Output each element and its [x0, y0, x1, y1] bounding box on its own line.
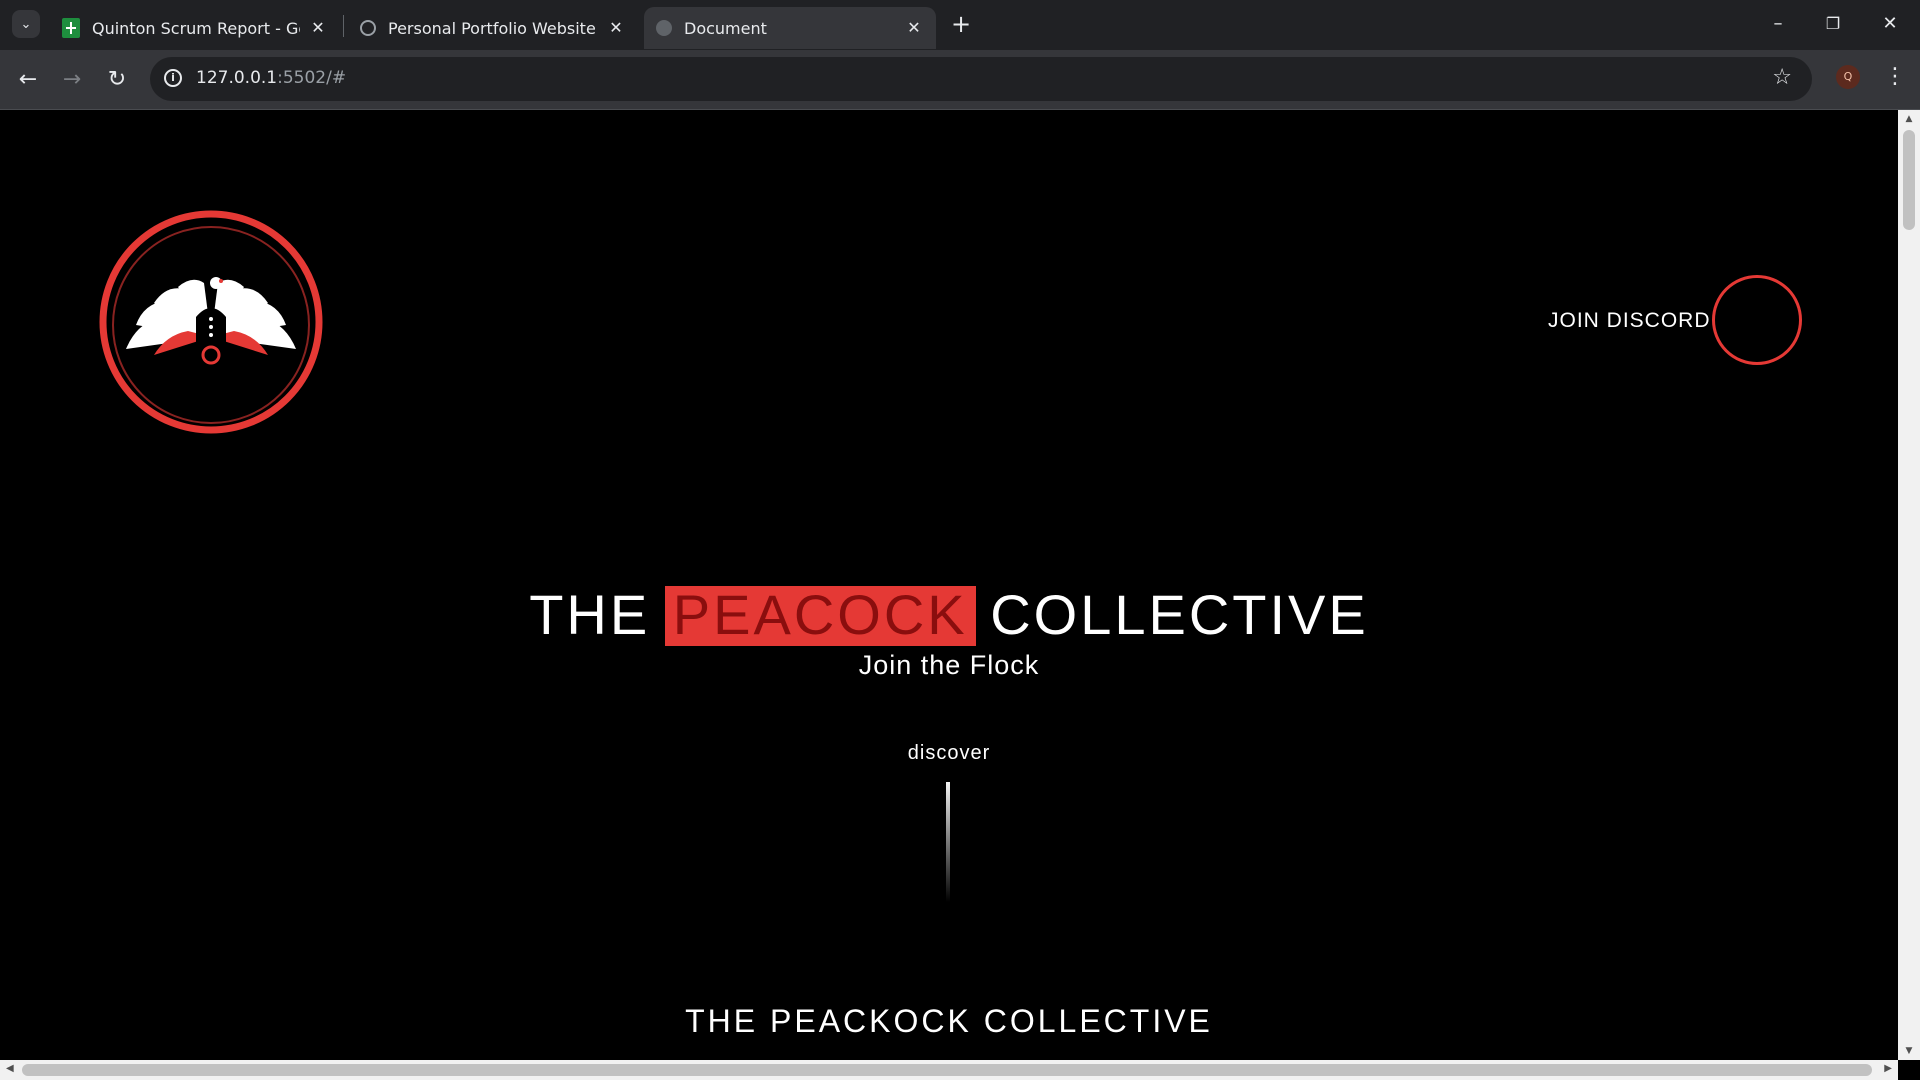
scroll-up-arrow-icon[interactable]: ▲: [1903, 114, 1915, 124]
close-window-button[interactable]: ✕: [1870, 10, 1910, 38]
menu-icon[interactable]: ⋮: [1884, 62, 1906, 92]
horizontal-scrollbar[interactable]: ◀ ▶: [0, 1060, 1898, 1080]
sheets-icon: [62, 18, 80, 38]
globe-icon: [360, 20, 376, 36]
restore-button[interactable]: ❐: [1813, 10, 1853, 38]
site-info-icon[interactable]: i: [164, 69, 182, 87]
tab-sheets[interactable]: Quinton Scrum Report - Google Sheets ✕: [50, 7, 340, 49]
title-mid: PEACOCK: [672, 583, 968, 646]
back-button[interactable]: ←: [10, 62, 46, 98]
join-discord-button[interactable]: JOIN DISCORD: [1548, 273, 1808, 369]
horizontal-scroll-thumb[interactable]: [22, 1064, 1872, 1076]
close-icon[interactable]: ✕: [308, 18, 328, 37]
reload-button[interactable]: ↻: [99, 62, 135, 98]
tab-title: Quinton Scrum Report - Google Sheets: [92, 18, 300, 38]
scroll-right-arrow-icon[interactable]: ▶: [1884, 1063, 1892, 1074]
url-host: 127.0.0.1: [196, 68, 278, 88]
scroll-left-arrow-icon[interactable]: ◀: [6, 1063, 14, 1074]
title-left: THE: [529, 583, 651, 646]
url-path: :5502/#: [277, 68, 347, 88]
title-right: COLLECTIVE: [990, 583, 1369, 646]
vertical-scrollbar[interactable]: ▲ ▼: [1898, 110, 1920, 1060]
address-bar[interactable]: i 127.0.0.1:5502/# ☆: [150, 57, 1812, 101]
close-icon[interactable]: ✕: [904, 18, 924, 37]
hero-title: THE PEACOCK COLLECTIVE: [0, 580, 1898, 650]
tab-document[interactable]: Document ✕: [644, 7, 936, 49]
forward-button[interactable]: →: [54, 62, 90, 98]
vertical-scroll-thumb[interactable]: [1903, 130, 1915, 230]
tab-title: Document: [684, 18, 767, 38]
hero-section: THE PEACOCK COLLECTIVE Join the Flock: [0, 580, 1898, 681]
close-icon[interactable]: ✕: [606, 18, 626, 37]
minimize-button[interactable]: –: [1758, 10, 1798, 38]
document-icon: [656, 20, 672, 36]
tab-portfolio[interactable]: Personal Portfolio Website ✕: [348, 7, 638, 49]
tagline: Join the Flock: [858, 650, 1040, 680]
discord-ring: [1712, 275, 1802, 365]
browser-toolbar: ← → ↻ i 127.0.0.1:5502/# ☆ Q ⋮: [0, 50, 1920, 110]
page-viewport: JOIN DISCORD THE PEACOCK COLLECTIVE Join…: [0, 110, 1898, 1060]
tab-title: Personal Portfolio Website: [388, 18, 596, 38]
tab-search-button[interactable]: ⌄: [12, 10, 40, 38]
new-tab-button[interactable]: +: [948, 12, 974, 38]
discover-link[interactable]: discover: [0, 742, 1898, 765]
profile-avatar[interactable]: Q: [1836, 65, 1860, 89]
scroll-down-arrow-icon[interactable]: ▼: [1903, 1046, 1915, 1056]
title-highlight: PEACOCK: [664, 580, 976, 650]
scroll-indicator-line: [946, 782, 950, 902]
bookmark-star-icon[interactable]: ☆: [1772, 65, 1792, 90]
section-title: THE PEACKOCK COLLECTIVE: [685, 1003, 1213, 1039]
discord-label: JOIN DISCORD: [1548, 309, 1711, 332]
peacock-logo[interactable]: [96, 207, 326, 437]
tab-divider: [343, 15, 344, 37]
url-text[interactable]: 127.0.0.1:5502/#: [196, 68, 346, 88]
browser-tab-strip: ⌄ Quinton Scrum Report - Google Sheets ✕…: [0, 0, 1920, 50]
